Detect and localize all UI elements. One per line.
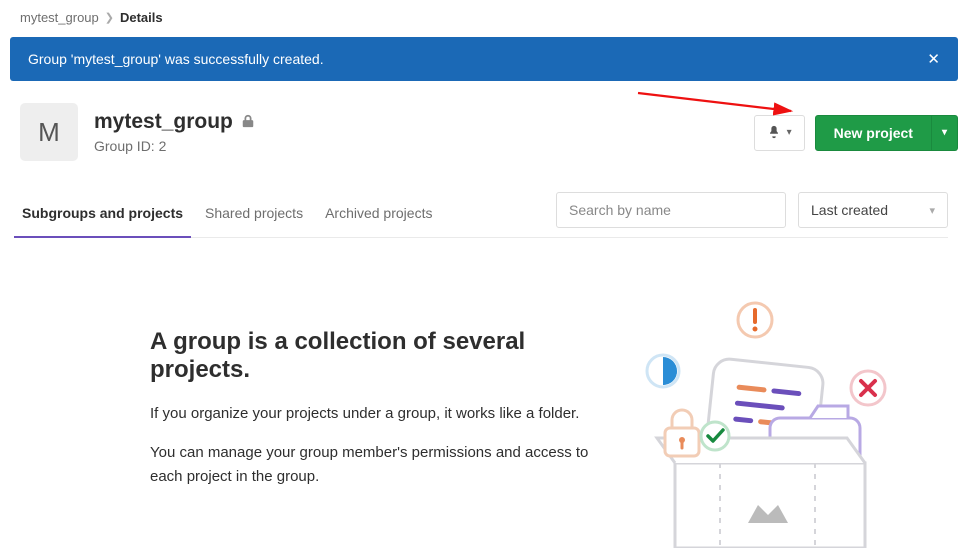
breadcrumb-group[interactable]: mytest_group bbox=[20, 10, 99, 25]
empty-illustration bbox=[630, 288, 890, 548]
group-name: mytest_group bbox=[94, 110, 233, 134]
sort-dropdown[interactable]: Last created ▾ bbox=[798, 192, 948, 228]
breadcrumb-current: Details bbox=[120, 10, 163, 25]
group-header: M mytest_group Group ID: 2 ▾ New project… bbox=[20, 103, 958, 161]
chevron-down-icon: ▾ bbox=[787, 128, 792, 138]
tab-archived[interactable]: Archived projects bbox=[323, 191, 434, 237]
lock-icon bbox=[241, 114, 255, 131]
new-project-label: New project bbox=[834, 126, 913, 140]
alert-message: Group 'mytest_group' was successfully cr… bbox=[28, 51, 324, 67]
tab-shared[interactable]: Shared projects bbox=[203, 191, 305, 237]
search-input[interactable] bbox=[556, 192, 786, 228]
new-project-dropdown[interactable]: ▾ bbox=[932, 115, 958, 151]
breadcrumb: mytest_group ❯ Details bbox=[20, 10, 958, 25]
close-icon[interactable]: ✕ bbox=[927, 52, 940, 67]
empty-state: A group is a collection of several proje… bbox=[150, 288, 958, 548]
empty-p1: If you organize your projects under a gr… bbox=[150, 402, 590, 425]
chevron-down-icon: ▾ bbox=[929, 204, 935, 217]
bell-icon bbox=[767, 125, 781, 141]
empty-p2: You can manage your group member's permi… bbox=[150, 441, 590, 488]
new-project-group: New project ▾ bbox=[815, 115, 958, 151]
new-project-button[interactable]: New project bbox=[815, 115, 932, 151]
success-alert: Group 'mytest_group' was successfully cr… bbox=[10, 37, 958, 81]
chevron-down-icon: ▾ bbox=[942, 128, 947, 138]
empty-title: A group is a collection of several proje… bbox=[150, 328, 590, 384]
avatar-letter: M bbox=[38, 117, 60, 148]
filter-controls: Last created ▾ bbox=[556, 192, 948, 236]
chevron-right-icon: ❯ bbox=[105, 11, 114, 24]
notifications-button[interactable]: ▾ bbox=[754, 115, 805, 151]
group-avatar: M bbox=[20, 103, 78, 161]
sort-label: Last created bbox=[811, 202, 888, 218]
tab-bar: Subgroups and projects Shared projects A… bbox=[20, 191, 434, 237]
group-id: Group ID: 2 bbox=[94, 138, 255, 154]
tab-subgroups[interactable]: Subgroups and projects bbox=[20, 191, 185, 237]
